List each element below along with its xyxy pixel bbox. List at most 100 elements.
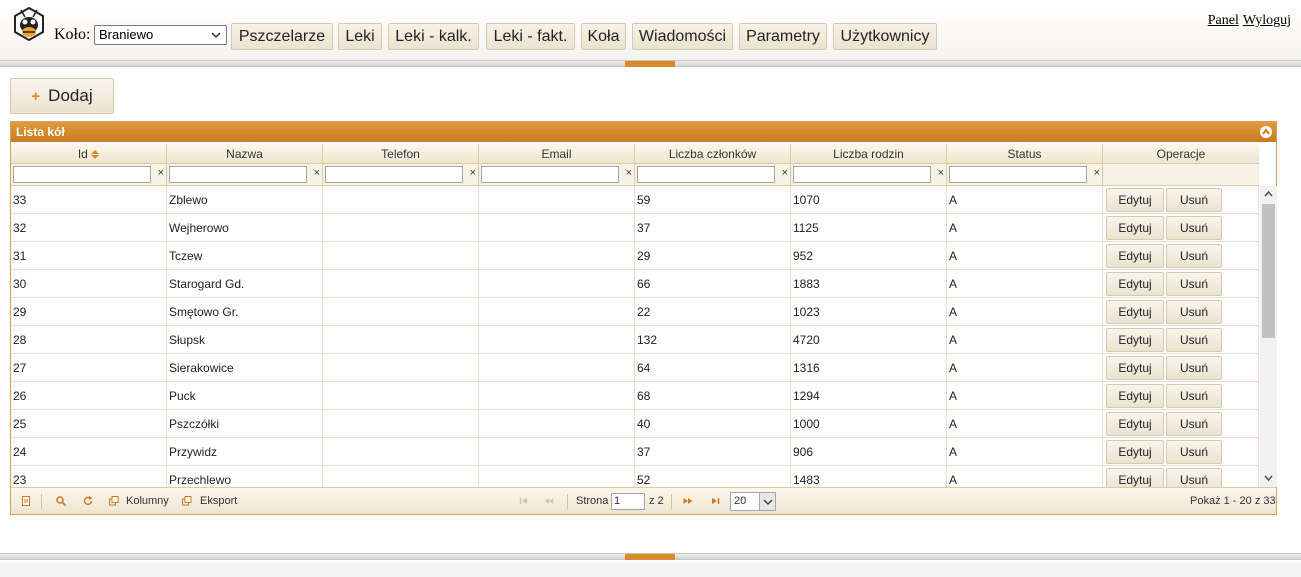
nav-leki-fakt-button[interactable]: Leki - fakt. bbox=[486, 23, 575, 50]
cell-email bbox=[479, 242, 635, 269]
delete-button[interactable]: Usuń bbox=[1166, 468, 1222, 487]
delete-button[interactable]: Usuń bbox=[1166, 412, 1222, 436]
filter-input-telefon[interactable] bbox=[325, 166, 463, 183]
table-row[interactable]: 33 Zblewo 59 1070 A Edytuj Usuń bbox=[11, 186, 1259, 214]
last-page-icon[interactable] bbox=[710, 496, 720, 506]
table-row[interactable]: 27 Sierakowice 64 1316 A Edytuj Usuń bbox=[11, 354, 1259, 382]
splitter-handle[interactable] bbox=[625, 554, 675, 560]
delete-button[interactable]: Usuń bbox=[1166, 216, 1222, 240]
clear-icon[interactable]: × bbox=[626, 167, 632, 179]
column-header-telefon[interactable]: Telefon bbox=[323, 144, 479, 164]
delete-button[interactable]: Usuń bbox=[1166, 244, 1222, 268]
edit-button[interactable]: Edytuj bbox=[1106, 328, 1164, 352]
panel-link[interactable]: Panel bbox=[1208, 13, 1239, 28]
rows-per-page-select[interactable]: 20 bbox=[730, 492, 776, 511]
delete-button[interactable]: Usuń bbox=[1166, 384, 1222, 408]
nav-wiadomosci-button[interactable]: Wiadomości bbox=[632, 23, 733, 50]
search-icon[interactable] bbox=[56, 496, 66, 506]
column-header-email[interactable]: Email bbox=[479, 144, 635, 164]
edit-button[interactable]: Edytuj bbox=[1106, 188, 1164, 212]
edit-button[interactable]: Edytuj bbox=[1106, 356, 1164, 380]
kolo-select[interactable]: Braniewo bbox=[94, 25, 227, 45]
scroll-down-icon[interactable] bbox=[1264, 473, 1273, 482]
scroll-up-icon[interactable] bbox=[1264, 190, 1273, 199]
table-row[interactable]: 30 Starogard Gd. 66 1883 A Edytuj Usuń bbox=[11, 270, 1259, 298]
table-row[interactable]: 32 Wejherowo 37 1125 A Edytuj Usuń bbox=[11, 214, 1259, 242]
prev-page-icon[interactable] bbox=[544, 496, 554, 506]
grid-scrollbar[interactable] bbox=[1260, 186, 1277, 487]
filter-input-status[interactable] bbox=[949, 166, 1087, 183]
delete-button[interactable]: Usuń bbox=[1166, 272, 1222, 296]
column-header-liczba-rodzin-label: Liczba rodzin bbox=[833, 147, 904, 161]
add-button[interactable]: + Dodaj bbox=[10, 78, 114, 114]
filter-input-id[interactable] bbox=[13, 166, 151, 183]
cell-id: 23 bbox=[11, 466, 167, 487]
clear-icon[interactable]: × bbox=[470, 167, 476, 179]
cell-status: A bbox=[947, 410, 1103, 437]
column-header-status[interactable]: Status bbox=[947, 144, 1103, 164]
edit-button[interactable]: Edytuj bbox=[1106, 244, 1164, 268]
nav-kola-button[interactable]: Koła bbox=[581, 23, 626, 50]
cell-nazwa: Sierakowice bbox=[167, 354, 323, 381]
filter-input-email[interactable] bbox=[481, 166, 619, 183]
clear-icon[interactable]: × bbox=[158, 167, 164, 179]
columns-button[interactable]: Kolumny bbox=[126, 495, 169, 507]
edit-button[interactable]: Edytuj bbox=[1106, 412, 1164, 436]
collapse-icon[interactable] bbox=[1260, 126, 1272, 138]
table-row[interactable]: 23 Przechlewo 52 1483 A Edytuj Usuń bbox=[11, 466, 1259, 487]
delete-button[interactable]: Usuń bbox=[1166, 328, 1222, 352]
edit-button[interactable]: Edytuj bbox=[1106, 300, 1164, 324]
nav-leki-button[interactable]: Leki bbox=[338, 23, 382, 50]
edit-button[interactable]: Edytuj bbox=[1106, 216, 1164, 240]
edit-button[interactable]: Edytuj bbox=[1106, 440, 1164, 464]
column-header-liczba-czlonkow[interactable]: Liczba członków bbox=[635, 144, 791, 164]
logout-link[interactable]: Wyloguj bbox=[1243, 13, 1291, 28]
table-row[interactable]: 26 Puck 68 1294 A Edytuj Usuń bbox=[11, 382, 1259, 410]
rows-per-page-value: 20 bbox=[734, 495, 747, 507]
delete-button[interactable]: Usuń bbox=[1166, 440, 1222, 464]
nav-leki-kalk-button[interactable]: Leki - kalk. bbox=[388, 23, 479, 50]
delete-button[interactable]: Usuń bbox=[1166, 356, 1222, 380]
filter-input-liczba-rodzin[interactable] bbox=[793, 166, 931, 183]
columns-icon[interactable] bbox=[109, 496, 119, 506]
next-page-icon[interactable] bbox=[683, 496, 693, 506]
edit-button[interactable]: Edytuj bbox=[1106, 384, 1164, 408]
refresh-icon[interactable] bbox=[83, 496, 93, 506]
bottom-splitter[interactable] bbox=[0, 553, 1301, 560]
clear-icon[interactable]: × bbox=[782, 167, 788, 179]
filter-input-liczba-czlonkow[interactable] bbox=[637, 166, 775, 183]
column-header-id[interactable]: Id bbox=[11, 144, 167, 164]
table-row[interactable]: 25 Pszczółki 40 1000 A Edytuj Usuń bbox=[11, 410, 1259, 438]
delete-button[interactable]: Usuń bbox=[1166, 300, 1222, 324]
column-header-nazwa[interactable]: Nazwa bbox=[167, 144, 323, 164]
scrollbar-thumb[interactable] bbox=[1262, 204, 1275, 338]
cell-liczba-rodzin: 1023 bbox=[791, 298, 947, 325]
cell-nazwa: Przechlewo bbox=[167, 466, 323, 487]
table-row[interactable]: 24 Przywidz 37 906 A Edytuj Usuń bbox=[11, 438, 1259, 466]
export-icon[interactable] bbox=[182, 496, 192, 506]
bee-logo-icon[interactable] bbox=[9, 6, 49, 44]
column-header-liczba-rodzin[interactable]: Liczba rodzin bbox=[791, 144, 947, 164]
clear-icon[interactable]: × bbox=[1094, 167, 1100, 179]
edit-button[interactable]: Edytuj bbox=[1106, 272, 1164, 296]
table-row[interactable]: 28 Słupsk 132 4720 A Edytuj Usuń bbox=[11, 326, 1259, 354]
grid-title-text: Lista kół bbox=[16, 125, 65, 139]
first-page-icon[interactable] bbox=[519, 496, 529, 506]
export-button[interactable]: Eksport bbox=[200, 495, 237, 507]
page-number-input[interactable]: 1 bbox=[611, 493, 645, 510]
add-record-icon[interactable] bbox=[21, 496, 31, 506]
table-row[interactable]: 31 Tczew 29 952 A Edytuj Usuń bbox=[11, 242, 1259, 270]
table-row[interactable]: 29 Smętowo Gr. 22 1023 A Edytuj Usuń bbox=[11, 298, 1259, 326]
clear-icon[interactable]: × bbox=[314, 167, 320, 179]
nav-parametry-button[interactable]: Parametry bbox=[739, 23, 827, 50]
nav-uzytkownicy-button[interactable]: Użytkownicy bbox=[833, 23, 937, 50]
nav-pszczelarze-button[interactable]: Pszczelarze bbox=[231, 23, 333, 50]
splitter-handle[interactable] bbox=[625, 61, 675, 67]
sort-icon[interactable] bbox=[91, 150, 100, 160]
top-splitter[interactable] bbox=[0, 60, 1301, 67]
delete-button[interactable]: Usuń bbox=[1166, 188, 1222, 212]
clear-icon[interactable]: × bbox=[938, 167, 944, 179]
filter-input-nazwa[interactable] bbox=[169, 166, 307, 183]
cell-nazwa: Tczew bbox=[167, 242, 323, 269]
edit-button[interactable]: Edytuj bbox=[1106, 468, 1164, 487]
